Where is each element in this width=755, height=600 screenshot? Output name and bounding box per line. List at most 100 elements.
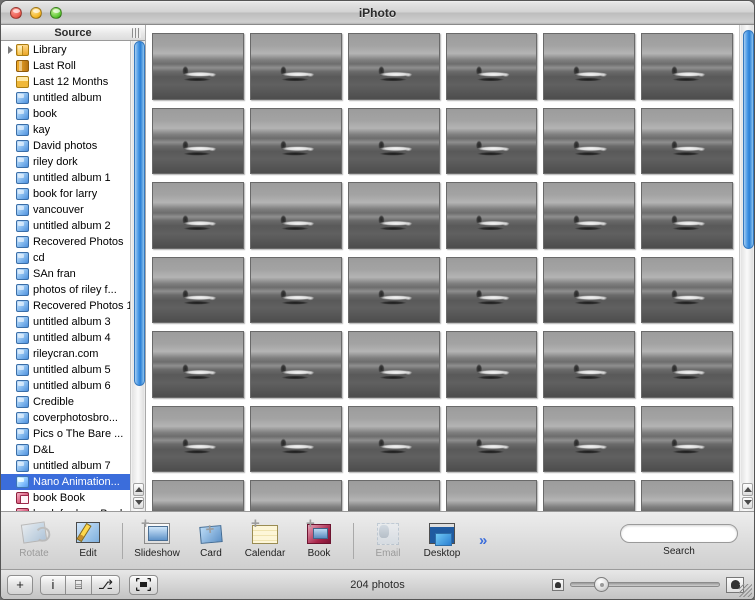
photo-thumbnail[interactable]: [249, 480, 342, 511]
slideshow-button[interactable]: Slideshow: [130, 515, 184, 559]
sidebar-item-kay[interactable]: kay: [1, 122, 145, 138]
photo-thumbnail[interactable]: [641, 33, 733, 100]
photo-scrollbar-track[interactable]: [741, 25, 754, 483]
fullscreen-button[interactable]: [128, 574, 158, 595]
photo-thumbnail[interactable]: [445, 405, 538, 473]
photo-thumbnail[interactable]: [152, 256, 244, 324]
photo-thumbnail[interactable]: [249, 405, 342, 473]
sidebar-item-recovered-photos-1[interactable]: Recovered Photos 1: [1, 298, 145, 314]
sidebar-item-untitled-album-6[interactable]: untitled album 6: [1, 378, 145, 394]
sidebar-scrollbar-track[interactable]: [132, 41, 145, 483]
sidebar-item-untitled-album-7[interactable]: untitled album 7: [1, 458, 145, 474]
photo-thumbnail[interactable]: [641, 256, 733, 324]
photo-thumbnail[interactable]: [543, 33, 636, 100]
sidebar-item-san-fran[interactable]: SAn fran: [1, 266, 145, 282]
photo-thumbnail[interactable]: [543, 331, 636, 398]
photo-thumbnail[interactable]: [641, 107, 733, 175]
photo-thumbnail[interactable]: [347, 107, 440, 175]
desktop-button[interactable]: Desktop: [415, 515, 469, 559]
photo-grid-scroll-area[interactable]: [146, 25, 739, 511]
sidebar-item-coverphotosbro[interactable]: coverphotosbro...: [1, 410, 145, 426]
photo-thumbnail[interactable]: [543, 182, 636, 249]
photo-thumbnail[interactable]: [347, 480, 440, 511]
photo-thumbnail[interactable]: [249, 256, 342, 324]
photo-scrollbar-thumb[interactable]: [743, 29, 754, 250]
info-button[interactable]: i: [40, 574, 66, 595]
sidebar-item-library[interactable]: Library: [1, 42, 145, 58]
photo-grid-scrollbar[interactable]: [739, 25, 754, 511]
sidebar-item-book-for-larry[interactable]: book for larry: [1, 186, 145, 202]
photo-thumbnail[interactable]: [445, 331, 538, 398]
book-button[interactable]: Book: [292, 515, 346, 559]
photo-thumbnail[interactable]: [347, 256, 440, 324]
sidebar-scrollbar-thumb[interactable]: [134, 41, 145, 386]
scroll-up-button[interactable]: [133, 483, 144, 496]
sidebar-item-untitled-album-5[interactable]: untitled album 5: [1, 362, 145, 378]
sidebar-item-photos-of-riley-f[interactable]: photos of riley f...: [1, 282, 145, 298]
calendar-button[interactable]: Calendar: [238, 515, 292, 559]
zoom-button[interactable]: [50, 6, 62, 19]
photo-thumbnail[interactable]: [641, 182, 733, 249]
photo-thumbnail[interactable]: [152, 405, 244, 473]
photo-thumbnail[interactable]: [641, 480, 733, 511]
sidebar-item-d-l[interactable]: D&L: [1, 442, 145, 458]
photo-thumbnail[interactable]: [543, 256, 636, 324]
photo-thumbnail[interactable]: [249, 107, 342, 175]
minimize-button[interactable]: [30, 6, 42, 19]
photo-thumbnail[interactable]: [347, 331, 440, 398]
sidebar-item-untitled-album-4[interactable]: untitled album 4: [1, 330, 145, 346]
sidebar-item-untitled-album-2[interactable]: untitled album 2: [1, 218, 145, 234]
photo-thumbnail[interactable]: [249, 33, 342, 100]
sidebar-item-cd[interactable]: cd: [1, 250, 145, 266]
disclosure-triangle-icon[interactable]: [5, 46, 16, 54]
sidebar-item-vancouver[interactable]: vancouver: [1, 202, 145, 218]
window-resize-grip-icon[interactable]: [739, 584, 752, 597]
toolbar-overflow-chevron-icon[interactable]: »: [479, 532, 488, 549]
sidebar-item-riley-dork[interactable]: riley dork: [1, 154, 145, 170]
photo-thumbnail[interactable]: [641, 405, 733, 473]
column-resize-grip-icon[interactable]: [132, 28, 141, 38]
photo-thumbnail[interactable]: [445, 107, 538, 175]
sidebar-item-untitled-album[interactable]: untitled album: [1, 90, 145, 106]
photo-scroll-up-button[interactable]: [742, 483, 753, 496]
sidebar-item-recovered-photos[interactable]: Recovered Photos: [1, 234, 145, 250]
photo-thumbnail[interactable]: [543, 405, 636, 473]
sidebar-item-last-roll[interactable]: Last Roll: [1, 58, 145, 74]
sidebar-item-untitled-album-1[interactable]: untitled album 1: [1, 170, 145, 186]
sidebar-item-credible[interactable]: Credible: [1, 394, 145, 410]
photo-thumbnail[interactable]: [445, 182, 538, 249]
photo-thumbnail[interactable]: [152, 331, 244, 398]
sidebar-item-book[interactable]: book: [1, 106, 145, 122]
sidebar-scrollbar[interactable]: [130, 41, 145, 511]
photo-thumbnail[interactable]: [347, 405, 440, 473]
photo-scroll-down-button[interactable]: [742, 496, 753, 509]
thumbnail-size-slider[interactable]: [570, 577, 720, 592]
photo-thumbnail[interactable]: [152, 182, 244, 249]
calendar-button[interactable]: ⌸: [66, 574, 92, 595]
photo-thumbnail[interactable]: [445, 256, 538, 324]
photo-thumbnail[interactable]: [543, 107, 636, 175]
photo-thumbnail[interactable]: [152, 33, 244, 100]
photo-thumbnail[interactable]: [347, 182, 440, 249]
photo-thumbnail[interactable]: [249, 182, 342, 249]
photo-thumbnail[interactable]: [152, 480, 244, 511]
sidebar-item-untitled-album-3[interactable]: untitled album 3: [1, 314, 145, 330]
sidebar-item-book-for-larry-book[interactable]: book for larry Book: [1, 506, 145, 511]
sidebar-item-nano-animation[interactable]: Nano Animation...: [1, 474, 145, 490]
search-input[interactable]: [620, 524, 738, 543]
photo-thumbnail[interactable]: [641, 331, 733, 398]
card-button[interactable]: Card: [184, 515, 238, 559]
close-button[interactable]: [10, 6, 22, 19]
sidebar-item-last-12-months[interactable]: Last 12 Months: [1, 74, 145, 90]
photo-thumbnail[interactable]: [152, 107, 244, 175]
small-thumbnail-icon[interactable]: [552, 578, 564, 591]
photo-thumbnail[interactable]: [347, 33, 440, 100]
photo-thumbnail[interactable]: [445, 480, 538, 511]
add-album-button[interactable]: +: [7, 574, 33, 595]
sidebar-item-pics-o-the-bare[interactable]: Pics o The Bare ...: [1, 426, 145, 442]
photo-thumbnail[interactable]: [543, 480, 636, 511]
edit-button[interactable]: Edit: [61, 515, 115, 559]
sidebar-item-rileycran-com[interactable]: rileycran.com: [1, 346, 145, 362]
photo-thumbnail[interactable]: [249, 331, 342, 398]
sidebar-item-david-photos[interactable]: David photos: [1, 138, 145, 154]
